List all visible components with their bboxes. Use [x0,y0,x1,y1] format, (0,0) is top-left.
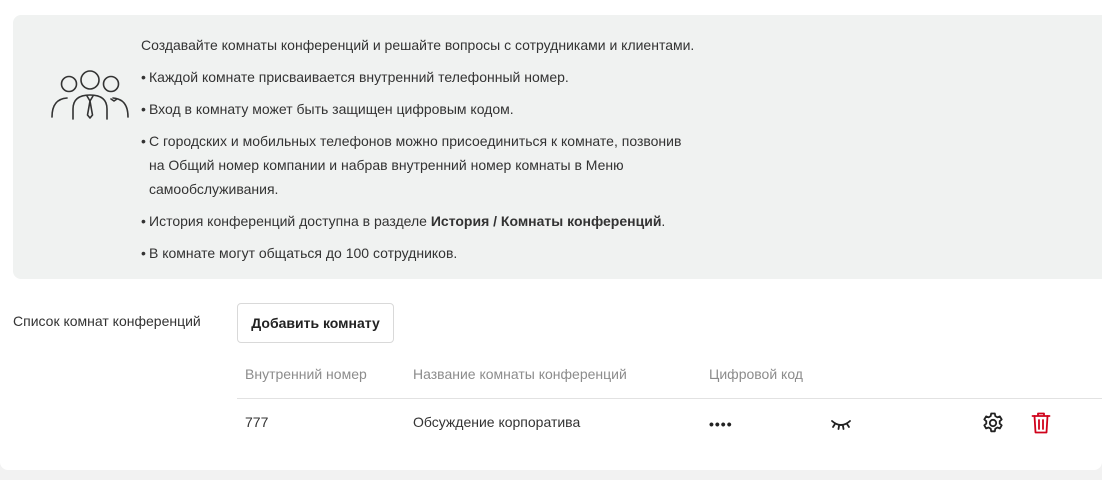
info-panel: Создавайте комнаты конференций и решайте… [13,15,1102,279]
info-bullet-phones: • С городских и мобильных телефонов можн… [141,129,694,201]
info-bullet-text: В комнате могут общаться до 100 сотрудни… [149,245,458,261]
header-digital-code: Цифровой код [709,366,803,382]
room-number: 777 [245,414,269,430]
info-intro: Создавайте комнаты конференций и решайте… [141,37,695,53]
rooms-list-label: Список комнат конференций [13,313,201,329]
trash-icon[interactable] [1031,412,1051,434]
bullet-dot: • [141,101,146,117]
room-code-masked: •••• [709,416,733,432]
history-suffix: . [661,213,666,229]
history-prefix: История конференций доступна в разделе [149,213,431,229]
info-bullet-text: на Общий номер компании и набрав внутрен… [149,157,624,173]
info-bullet-text: самообслуживания. [149,181,279,197]
info-bullet-text: Каждой комнате присваивается внутренний … [149,69,569,85]
eye-closed-icon[interactable] [830,415,852,431]
bullet-dot: • [141,133,146,149]
bullet-dot: • [141,245,146,261]
bullet-dot: • [141,213,146,229]
info-text: Создавайте комнаты конференций и решайте… [141,33,694,273]
bullet-dot: • [141,69,146,85]
header-room-name: Название комнаты конференций [413,366,627,382]
info-bullet-history: • История конференций доступна в разделе… [141,209,694,233]
history-link[interactable]: История / Комнаты конференций [431,213,662,229]
info-bullet-number: • Каждой комнате присваивается внутренни… [141,65,694,89]
add-room-button[interactable]: Добавить комнату [237,303,394,343]
info-bullet-text: Вход в комнату может быть защищен цифров… [149,101,514,117]
info-bullet-limit: • В комнате могут общаться до 100 сотруд… [141,241,694,265]
gear-icon[interactable] [982,412,1004,434]
conference-rooms-card: Создавайте комнаты конференций и решайте… [0,0,1102,470]
room-name: Обсуждение корпоратива [413,414,581,430]
info-bullet-text: С городских и мобильных телефонов можно … [149,133,682,149]
people-group-icon [51,70,129,120]
info-bullet-code: • Вход в комнату может быть защищен цифр… [141,97,694,121]
table-divider [237,398,1102,399]
header-internal-number: Внутренний номер [245,366,367,382]
